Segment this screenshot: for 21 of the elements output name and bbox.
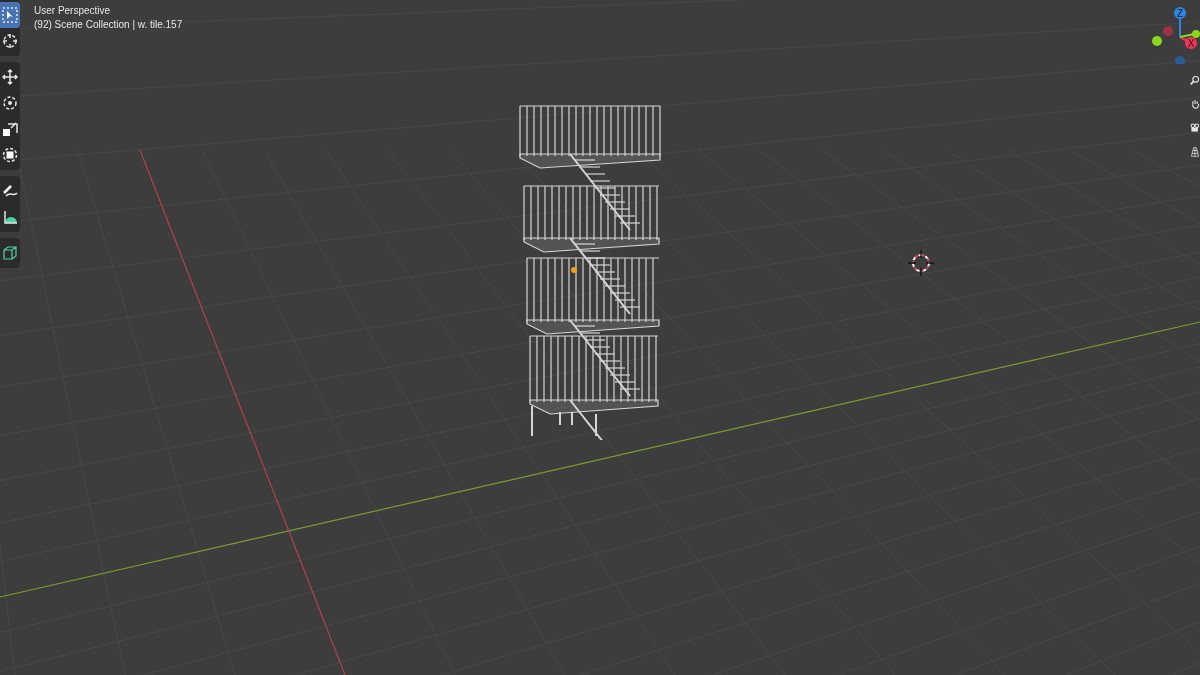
rotate-icon bbox=[2, 95, 18, 111]
cube-icon bbox=[2, 245, 18, 261]
axis-handle[interactable] bbox=[1192, 30, 1200, 38]
ruler-protractor-icon bbox=[2, 209, 18, 225]
scale-icon bbox=[2, 121, 18, 137]
axis-handle[interactable]: X bbox=[1185, 37, 1197, 49]
view-name-label: User Perspective bbox=[34, 4, 112, 17]
zoom-magnifier-icon[interactable] bbox=[1190, 73, 1200, 87]
pencil-icon bbox=[2, 183, 18, 199]
3d-cursor-icon[interactable] bbox=[908, 250, 934, 276]
collection-info-label: (92) Scene Collection | w. tile.157 bbox=[34, 18, 183, 31]
hand-icon[interactable] bbox=[1190, 97, 1200, 111]
grid-perspective-icon[interactable] bbox=[1190, 145, 1200, 159]
camera-icon[interactable] bbox=[1190, 121, 1200, 135]
navigation-gizmo[interactable]: Z X bbox=[1140, 2, 1200, 64]
move-arrows-icon bbox=[2, 69, 18, 85]
axis-handle[interactable]: Z bbox=[1174, 7, 1186, 19]
transform-icon bbox=[2, 147, 18, 163]
crosshair-cursor-icon bbox=[2, 33, 18, 49]
select-box-icon bbox=[2, 7, 18, 23]
object-origin-icon bbox=[571, 267, 577, 273]
